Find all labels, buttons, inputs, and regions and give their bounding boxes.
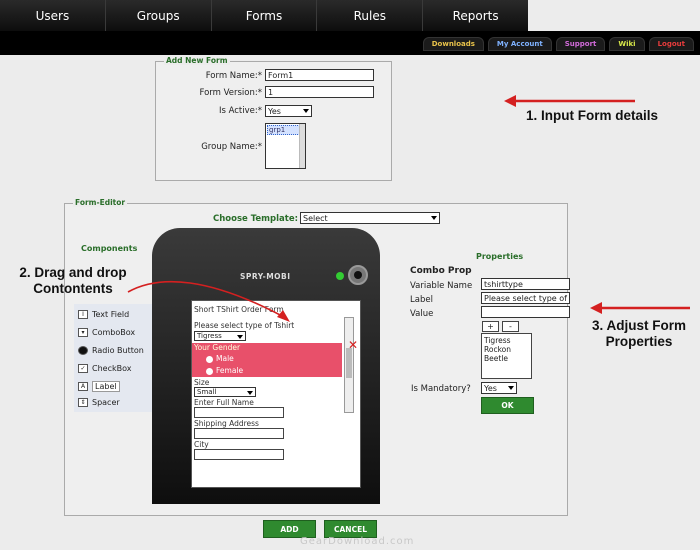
form-name-field[interactable]: Form1 (265, 69, 374, 81)
main-nav: Users Groups Forms Rules Reports (0, 0, 528, 31)
variable-name-field[interactable]: tshirttype (481, 278, 570, 290)
downloads-link[interactable]: Downloads (422, 37, 484, 51)
mandatory-label: Is Mandatory? (411, 384, 471, 394)
screen-q1-value: Tigress (197, 332, 222, 340)
tab-users[interactable]: Users (0, 0, 106, 31)
top-links: Downloads My Account Support Wiki Logout (422, 37, 694, 51)
annotation-2-line2: Contontents (33, 281, 113, 296)
annotation-2: 2. Drag and drop Contontents (8, 265, 138, 297)
add-value-button[interactable]: + (482, 321, 499, 332)
label-field[interactable]: Please select type of (481, 292, 570, 304)
form-version-field[interactable]: 1 (265, 86, 374, 98)
camera-icon (348, 265, 368, 285)
tab-rules[interactable]: Rules (317, 0, 424, 31)
palette-radio-button[interactable]: Radio Button (78, 346, 144, 355)
palette-spacer[interactable]: ⇕ Spacer (78, 398, 120, 407)
value-label: Value (410, 309, 434, 319)
text-field-icon: I (78, 310, 88, 319)
properties-title: Properties (476, 252, 524, 261)
annotation-3-line2: Properties (605, 334, 673, 349)
screen-ship-label: Shipping Address (194, 419, 259, 428)
form-editor-legend: Form-Editor (73, 198, 128, 207)
chevron-down-icon (431, 216, 437, 220)
screen-size-select[interactable]: Small (194, 387, 256, 397)
group-list-scrollbar[interactable] (299, 124, 305, 168)
values-item[interactable]: Rockon (484, 345, 529, 354)
is-active-value: Yes (268, 106, 281, 116)
radio-button-icon (78, 346, 88, 355)
palette-label: CheckBox (92, 364, 132, 373)
screen-gender-label: Your Gender (194, 343, 241, 352)
screen-q1-select[interactable]: Tigress (194, 331, 246, 341)
variable-name-label: Variable Name (410, 281, 473, 291)
chevron-down-icon (237, 335, 243, 339)
tab-forms[interactable]: Forms (211, 0, 318, 31)
screen-gender-female[interactable]: Female (206, 366, 243, 375)
template-select[interactable]: Select (300, 212, 440, 224)
mandatory-value: Yes (484, 383, 497, 393)
value-field[interactable] (481, 306, 570, 318)
template-value: Select (303, 213, 328, 223)
checkbox-icon: ✓ (78, 364, 88, 373)
values-item[interactable]: Tigress (484, 336, 529, 345)
annotation-arrow-2 (127, 280, 290, 322)
led-icon (336, 272, 344, 280)
values-item[interactable]: Beetle (484, 354, 529, 363)
annotation-2-line1: 2. Drag and drop (19, 265, 127, 280)
is-active-label: Is Active:* (218, 106, 262, 116)
chevron-down-icon (508, 386, 514, 390)
values-list[interactable]: Tigress Rockon Beetle (481, 333, 532, 379)
palette-label: Label (92, 381, 120, 392)
palette-checkbox[interactable]: ✓ CheckBox (78, 364, 131, 373)
combobox-icon: ▾ (78, 328, 88, 337)
is-active-select[interactable]: Yes (265, 105, 312, 117)
palette-label-item[interactable]: A Label (78, 381, 120, 392)
screen-name-input[interactable] (194, 407, 284, 418)
combo-prop-title: Combo Prop (410, 266, 472, 276)
my-account-link[interactable]: My Account (487, 37, 552, 51)
form-version-label: Form Version:* (199, 88, 262, 98)
annotation-3: 3. Adjust Form Properties (582, 318, 696, 350)
chevron-down-icon (303, 109, 309, 113)
mandatory-select[interactable]: Yes (481, 382, 517, 394)
ok-button[interactable]: OK (481, 397, 534, 414)
screen-gender-male[interactable]: Male (206, 354, 234, 363)
group-name-label: Group Name:* (201, 142, 262, 152)
annotation-arrow-1 (504, 95, 635, 107)
form-name-label: Form Name:* (205, 71, 262, 81)
screen-ship-input[interactable] (194, 428, 284, 439)
logout-link[interactable]: Logout (648, 37, 694, 51)
tab-groups[interactable]: Groups (105, 0, 212, 31)
screen-city-label: City (194, 440, 209, 449)
chevron-down-icon (247, 391, 253, 395)
radio-icon (206, 367, 213, 375)
tab-reports[interactable]: Reports (423, 0, 528, 31)
screen-city-input[interactable] (194, 449, 284, 460)
screen-scrollbar[interactable] (344, 317, 354, 413)
delete-x-icon[interactable]: ✕ (348, 338, 358, 352)
remove-value-button[interactable]: - (502, 321, 519, 332)
screen-gender-male-label: Male (216, 354, 234, 363)
radio-icon (206, 355, 213, 363)
annotation-1: 1. Input Form details (526, 108, 659, 123)
annotation-3-line1: 3. Adjust Form (591, 318, 686, 333)
palette-label: Radio Button (92, 346, 144, 355)
add-new-form-legend: Add New Form (164, 56, 230, 65)
annotation-arrow-3 (590, 302, 690, 314)
group-name-list[interactable]: grp1 (265, 123, 306, 169)
support-link[interactable]: Support (555, 37, 606, 51)
palette-label: Spacer (92, 398, 120, 407)
wiki-link[interactable]: Wiki (609, 37, 645, 51)
screen-gender-female-label: Female (216, 366, 244, 375)
spacer-icon: ⇕ (78, 398, 88, 407)
choose-template-label: Choose Template: (212, 214, 298, 224)
screen-size-label: Size (194, 378, 210, 387)
screen-name-label: Enter Full Name (194, 398, 254, 407)
components-title: Components (81, 244, 138, 253)
screen-size-value: Small (197, 388, 217, 396)
label-label: Label (410, 295, 433, 305)
watermark: GearDownload.com (300, 536, 415, 547)
label-icon: A (78, 382, 88, 391)
